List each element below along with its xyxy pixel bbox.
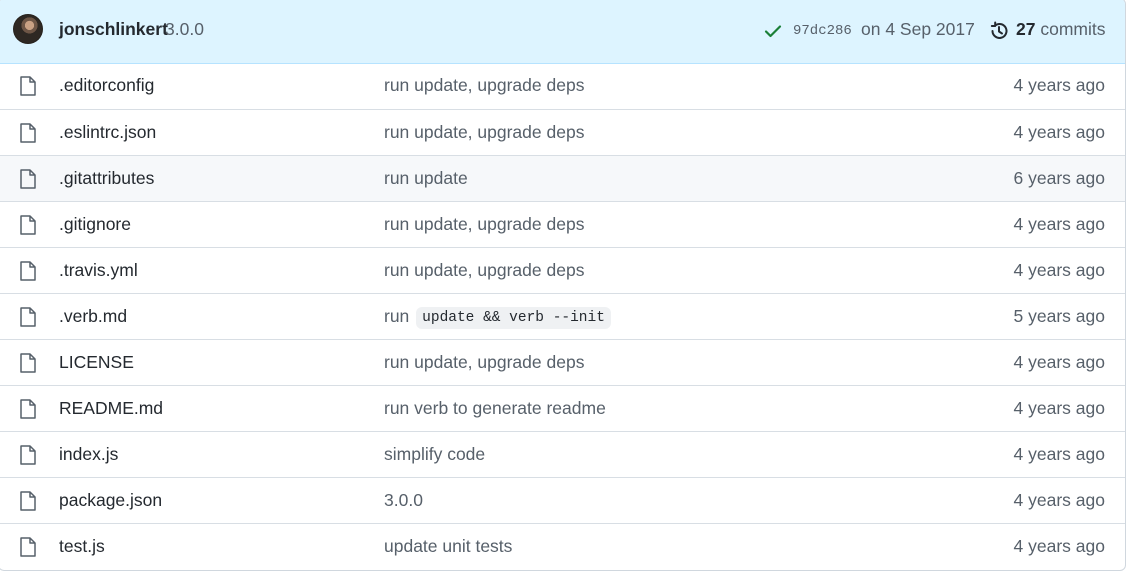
file-icon (20, 537, 36, 557)
file-name-link[interactable]: index.js (59, 444, 118, 465)
file-row[interactable]: package.json 3.0.0 4 years ago (0, 477, 1125, 523)
file-icon (20, 491, 36, 511)
file-name-link[interactable]: .travis.yml (59, 260, 138, 281)
file-icon (20, 169, 36, 189)
file-row[interactable]: .eslintrc.json run update, upgrade deps … (0, 109, 1125, 155)
commit-age: 4 years ago (1013, 122, 1105, 142)
commit-age: 4 years ago (1013, 352, 1105, 372)
file-icon (20, 261, 36, 281)
file-icon (20, 215, 36, 235)
file-name-link[interactable]: LICENSE (59, 352, 134, 373)
commit-age: 4 years ago (1013, 75, 1105, 95)
commit-message-link[interactable]: run update, upgrade deps (384, 352, 584, 373)
commit-count: 27 (1016, 19, 1036, 39)
file-row[interactable]: index.js simplify code 4 years ago (0, 431, 1125, 477)
commit-message-link[interactable]: run update (384, 168, 468, 189)
commit-message-link[interactable]: run update, upgrade deps (384, 214, 584, 235)
commit-message-link[interactable]: 3.0.0 (165, 19, 204, 40)
commit-age: 5 years ago (1013, 306, 1105, 326)
file-name-link[interactable]: package.json (59, 490, 162, 511)
file-list: .editorconfig run update, upgrade deps 4… (0, 64, 1125, 569)
file-row[interactable]: LICENSE run update, upgrade deps 4 years… (0, 339, 1125, 385)
commit-message-prefix: run (384, 306, 410, 326)
file-row[interactable]: .editorconfig run update, upgrade deps 4… (0, 64, 1125, 109)
file-name-link[interactable]: .gitignore (59, 214, 131, 235)
commit-date: on 4 Sep 2017 (861, 19, 975, 39)
file-name-link[interactable]: .eslintrc.json (59, 122, 156, 143)
file-row[interactable]: .travis.yml run update, upgrade deps 4 y… (0, 247, 1125, 293)
commit-message-link[interactable]: run verb to generate readme (384, 398, 606, 419)
file-icon (20, 307, 36, 327)
commits-label: commits (1040, 19, 1106, 39)
file-name-link[interactable]: .verb.md (59, 306, 127, 327)
commit-message-link[interactable]: run update, upgrade deps (384, 260, 584, 281)
commit-message-link[interactable]: run update && verb --init (384, 306, 611, 329)
commit-message-code: update && verb --init (416, 307, 611, 329)
file-icon (20, 445, 36, 465)
file-row[interactable]: test.js update unit tests 4 years ago (0, 523, 1125, 569)
check-icon[interactable] (764, 23, 782, 39)
commit-age: 4 years ago (1013, 536, 1105, 556)
commit-age: 6 years ago (1013, 168, 1105, 188)
history-icon[interactable] (988, 20, 1010, 42)
commit-message-link[interactable]: 3.0.0 (384, 490, 423, 511)
file-icon (20, 123, 36, 143)
file-icon (20, 76, 36, 96)
commit-age: 4 years ago (1013, 260, 1105, 280)
file-name-link[interactable]: .editorconfig (59, 75, 154, 96)
latest-commit-header: jonschlinkert 3.0.0 97dc286 on 4 Sep 201… (0, 0, 1125, 64)
commit-sha-link[interactable]: 97dc286 (793, 23, 852, 39)
file-row[interactable]: README.md run verb to generate readme 4 … (0, 385, 1125, 431)
commits-history-link[interactable]: 27 commits (1016, 19, 1105, 40)
commit-age: 4 years ago (1013, 214, 1105, 234)
file-row[interactable]: .verb.md run update && verb --init 5 yea… (0, 293, 1125, 339)
commit-message-link[interactable]: update unit tests (384, 536, 512, 557)
file-name-link[interactable]: README.md (59, 398, 163, 419)
file-name-link[interactable]: .gitattributes (59, 168, 154, 189)
file-icon (20, 399, 36, 419)
commit-age: 4 years ago (1013, 444, 1105, 464)
commit-author-link[interactable]: jonschlinkert (59, 19, 168, 40)
commit-age: 4 years ago (1013, 490, 1105, 510)
commit-message-link[interactable]: simplify code (384, 444, 485, 465)
file-row[interactable]: .gitignore run update, upgrade deps 4 ye… (0, 201, 1125, 247)
commit-message-link[interactable]: run update, upgrade deps (384, 122, 584, 143)
file-name-link[interactable]: test.js (59, 536, 105, 557)
file-browser: jonschlinkert 3.0.0 97dc286 on 4 Sep 201… (0, 0, 1126, 571)
commit-message-link[interactable]: run update, upgrade deps (384, 75, 584, 96)
avatar[interactable] (13, 14, 43, 44)
file-row[interactable]: .gitattributes run update 6 years ago (0, 155, 1125, 201)
commit-age: 4 years ago (1013, 398, 1105, 418)
file-icon (20, 353, 36, 373)
